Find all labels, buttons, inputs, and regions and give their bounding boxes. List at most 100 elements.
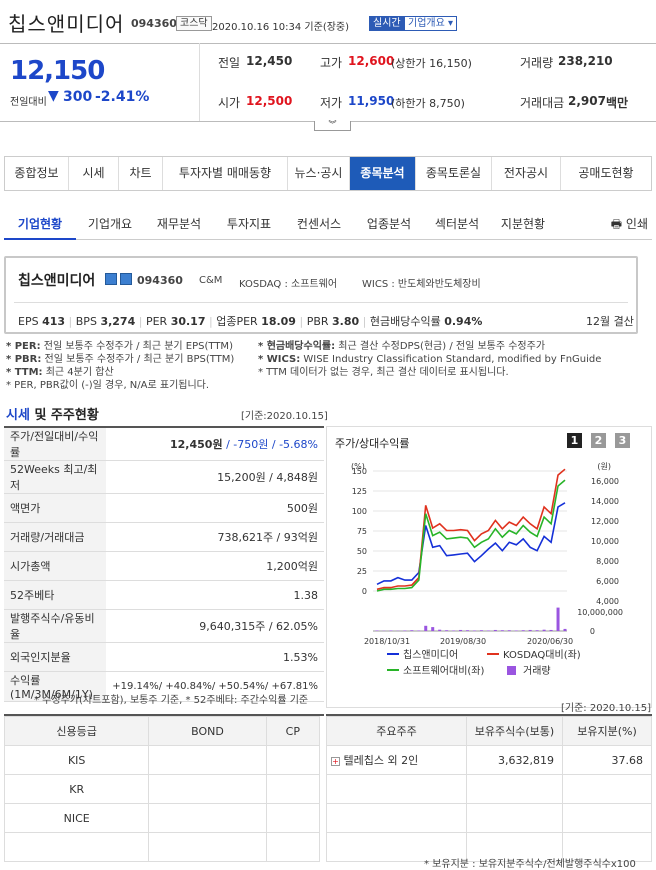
tab-disclosure[interactable]: 전자공시: [492, 157, 561, 190]
y-left-tick: 125: [352, 487, 367, 496]
sub-tabs: 기업현황 기업개요 재무분석 투자지표 컨센서스 업종분석 섹터분석 지분현황 …: [4, 210, 652, 240]
volume-bar: [487, 630, 490, 631]
current-price: 12,150: [10, 56, 104, 86]
volume-bar: [438, 630, 441, 631]
prev-close-label: 전일: [218, 54, 240, 71]
realtime-button[interactable]: 실시간: [369, 16, 405, 31]
chart-panel: 주가/상대수익률 1 2 3 (%)(원)150125100755025016,…: [326, 426, 652, 708]
collapse-chevron-icon[interactable]: ︾: [314, 121, 351, 131]
volume-tick: 0: [590, 627, 595, 636]
legend-label: 거래량: [523, 665, 551, 677]
chart-button-3[interactable]: 3: [615, 433, 630, 448]
market-badge: 코스닥: [176, 16, 212, 31]
volume-bar: [557, 608, 560, 631]
volume-bar: [564, 629, 567, 631]
subtab-consensus[interactable]: 컨센서스: [284, 210, 354, 240]
subtab-industry[interactable]: 업종분석: [354, 210, 424, 240]
volume-bar: [550, 630, 553, 631]
change-label: 전일대비: [10, 93, 47, 108]
price-chart: (%)(원)150125100755025016,00014,00012,000…: [327, 457, 653, 707]
low-label: 저가: [320, 94, 342, 111]
tab-news[interactable]: 뉴스·공시: [288, 157, 350, 190]
tab-chart[interactable]: 차트: [119, 157, 163, 190]
legend-label: 소프트웨어대비(좌): [403, 665, 485, 677]
y-left-tick: 25: [357, 567, 367, 576]
table-row: 주가/전일대비/수익률 12,450원 / -750원 / -5.68%: [4, 428, 324, 461]
table-row: 외국인지분율1.53%: [4, 643, 324, 672]
subtab-financial[interactable]: 재무분석: [144, 210, 214, 240]
x-tick: 2020/06/30: [527, 637, 573, 646]
section-base-date: [기준:2020.10.15]: [241, 407, 328, 422]
volume-bar: [473, 630, 476, 631]
info-wics: WICS : 반도체와반도체장비: [362, 275, 481, 290]
table-row: KIS: [5, 746, 320, 775]
y-right-tick: 8,000: [596, 557, 619, 566]
volume-bar: [431, 627, 434, 631]
tab-analysis[interactable]: 종목분석: [350, 157, 416, 190]
volume-bar: [376, 630, 379, 631]
company-overview-dropdown[interactable]: 기업개요 ▾: [404, 16, 457, 31]
pbr-value: 3.80: [332, 315, 359, 328]
chart-button-1[interactable]: 1: [567, 433, 582, 448]
quote-row-1: 전일 12,450 고가 12,600 (상한가 16,150) 거래량 238…: [202, 52, 656, 72]
tab-price[interactable]: 시세: [69, 157, 119, 190]
volume-bar: [480, 630, 483, 631]
tab-investor[interactable]: 투자자별 매매동향: [163, 157, 288, 190]
legend-label: KOSDAQ대비(좌): [503, 649, 581, 661]
volume-bar: [459, 630, 462, 631]
stock-code: 094360: [131, 17, 177, 30]
y-left-tick: 0: [362, 587, 367, 596]
table-row: 주요주주보유주식수(보통)보유지분(%): [327, 717, 652, 746]
print-button[interactable]: 🖶 인쇄: [556, 210, 652, 240]
stock-header: 칩스앤미디어 094360 코스닥 2020.10.16 10:34 기준(장중…: [0, 0, 656, 44]
table-row: + 텔레칩스 외 2인 3,632,819 37.68: [327, 746, 652, 775]
tab-summary[interactable]: 종합정보: [5, 157, 69, 190]
tab-short-selling[interactable]: 공매도현황: [561, 157, 651, 190]
y-left-tick: 100: [352, 507, 367, 516]
y-right-tick: 12,000: [591, 517, 619, 526]
volume-bar: [508, 630, 511, 631]
chart-button-2[interactable]: 2: [591, 433, 606, 448]
report-icon[interactable]: [120, 273, 132, 285]
subtab-sector[interactable]: 섹터분석: [424, 210, 490, 240]
y-left-tick: 50: [357, 547, 367, 556]
high-value: 12,600: [348, 54, 394, 68]
y-right-unit: (원): [597, 462, 611, 471]
legend-swatch: [507, 666, 516, 675]
table-row: 액면가500원: [4, 494, 324, 523]
y-right-tick: 14,000: [591, 497, 619, 506]
info-metrics: EPS 413 | BPS 3,274 | PER 30.17 | 업종PER …: [18, 313, 482, 329]
lower-limit: (하한가 8,750): [391, 95, 465, 111]
change-value: 300: [63, 89, 92, 105]
price-box: 12,150 전일대비 ▼ 300 -2.41%: [0, 43, 200, 121]
table-row: [327, 833, 652, 862]
tab-forum[interactable]: 종목토론실: [416, 157, 492, 190]
x-tick: 2018/10/31: [364, 637, 410, 646]
quote-row-2: 시가 12,500 저가 11,950 (하한가 8,750) 거래대금 2,9…: [202, 92, 656, 112]
industry-per-value: 18.09: [261, 315, 296, 328]
home-icon[interactable]: [105, 273, 117, 285]
legend-label: 칩스앤미디어: [403, 649, 458, 661]
amount-label: 거래대금: [520, 94, 564, 111]
expand-icon[interactable]: +: [331, 757, 340, 766]
volume-bar: [410, 630, 413, 631]
volume-bar: [543, 630, 546, 631]
volume-bar: [494, 630, 497, 631]
section-title: 시세 및 주주현황: [6, 404, 99, 423]
x-tick: 2019/08/30: [440, 637, 486, 646]
subtab-shareholding[interactable]: 지분현황: [490, 210, 556, 240]
eps-value: 413: [42, 315, 65, 328]
notes-left: * PER: 전일 보통주 수정주가 / 최근 분기 EPS(TTM) * PB…: [6, 340, 234, 392]
y-left-tick: 75: [357, 527, 367, 536]
volume-tick: 10,000,000: [577, 608, 623, 617]
table-row: 거래량/거래대금738,621주 / 93억원: [4, 523, 324, 552]
subtab-indicators[interactable]: 투자지표: [214, 210, 284, 240]
open-value: 12,500: [246, 94, 292, 108]
volume-bar: [501, 630, 504, 631]
price-table: 주가/전일대비/수익률 12,450원 / -750원 / -5.68% 52W…: [4, 426, 324, 702]
volume-bar: [522, 630, 525, 631]
table-row: 시가총액1,200억원: [4, 552, 324, 581]
subtab-overview[interactable]: 기업개요: [76, 210, 144, 240]
subtab-company-status[interactable]: 기업현황: [4, 210, 76, 240]
table-row: KR: [5, 775, 320, 804]
